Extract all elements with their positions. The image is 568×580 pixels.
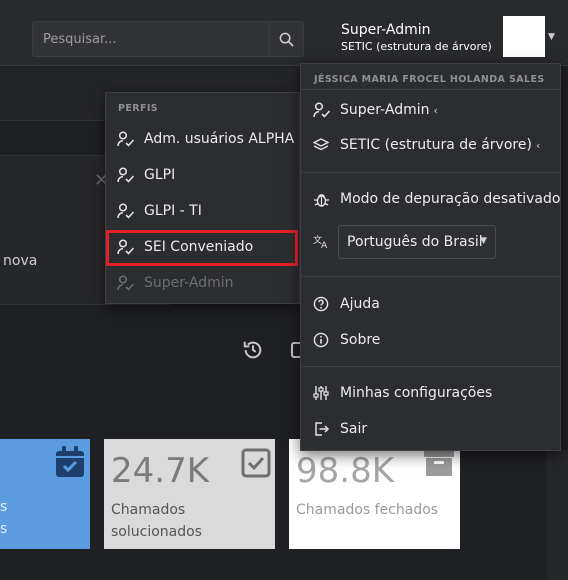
entity-label: SETIC (estrutura de árvore) xyxy=(340,137,532,153)
profiles-menu-header: PERFIS xyxy=(118,103,159,114)
background-partial-text: nova xyxy=(3,253,38,269)
header-user-name[interactable]: Super-Admin xyxy=(341,22,430,38)
profile-item-label: GLPI xyxy=(144,167,176,183)
stat-tile-closed[interactable]: 98.8K Chamados fechados xyxy=(289,439,460,549)
search-input[interactable] xyxy=(43,22,268,56)
tile-label: Chamados fechados xyxy=(296,502,439,518)
language-selected-value: Português do Brasil xyxy=(347,234,483,250)
user-check-icon xyxy=(313,101,335,119)
about-link[interactable]: Sobre xyxy=(313,324,380,356)
background-edge xyxy=(546,450,568,580)
settings-link[interactable]: Minhas configurações xyxy=(313,377,492,409)
svg-text:A: A xyxy=(321,241,328,249)
tile-label-fragment: s xyxy=(0,499,8,515)
profile-item-label: GLPI - TI xyxy=(144,203,202,219)
language-select[interactable]: Português do Brasil ▼ xyxy=(338,225,496,259)
tile-label-fragment: s xyxy=(0,521,8,537)
profile-item-super-admin: Super-Admin xyxy=(117,267,233,299)
user-menu-entity[interactable]: SETIC (estrutura de árvore) ‹ xyxy=(313,129,540,161)
stat-tile-blue[interactable]: s s xyxy=(0,439,90,549)
stat-tile-solved[interactable]: 24.7K Chamados solucionados xyxy=(104,439,275,549)
debug-mode-toggle[interactable]: Modo de depuração desativado xyxy=(313,183,560,215)
header-user-entity[interactable]: SETIC (estrutura de árvore) xyxy=(341,40,492,53)
divider xyxy=(301,366,560,367)
profile-item-glpi-ti[interactable]: GLPI - TI xyxy=(117,195,202,227)
tile-label: Chamados solucionados xyxy=(111,502,202,540)
logout-link[interactable]: Sair xyxy=(313,413,367,445)
divider xyxy=(301,89,560,90)
chevron-left-icon: ‹ xyxy=(535,138,541,152)
profile-label: Super-Admin xyxy=(340,102,430,118)
tile-number: 24.7K xyxy=(111,451,209,491)
logout-label: Sair xyxy=(340,421,368,437)
bug-icon xyxy=(313,190,335,208)
divider xyxy=(301,172,560,173)
profile-item-adm-usuarios-alpha[interactable]: Adm. usuários ALPHA xyxy=(117,123,294,155)
user-menu-profile[interactable]: Super-Admin ‹ xyxy=(313,94,438,126)
chevron-down-icon[interactable]: ▼ xyxy=(548,32,555,42)
user-menu-header: JÉSSICA MARIA FROCEL HOLANDA SALES xyxy=(314,74,545,85)
help-label: Ajuda xyxy=(340,296,380,312)
profile-item-label: Adm. usuários ALPHA xyxy=(144,131,295,147)
chevron-left-icon: ‹ xyxy=(433,103,438,117)
user-check-icon xyxy=(117,202,139,220)
divider xyxy=(301,276,560,277)
search-box xyxy=(32,21,304,57)
history-icon[interactable] xyxy=(242,339,264,361)
help-circle-icon xyxy=(313,295,335,313)
logout-icon xyxy=(313,420,335,438)
search-button[interactable] xyxy=(269,22,303,56)
user-check-icon xyxy=(117,130,139,148)
user-check-icon xyxy=(117,274,139,292)
profile-item-glpi[interactable]: GLPI xyxy=(117,159,175,191)
checkbox-icon xyxy=(241,448,271,478)
settings-label: Minhas configurações xyxy=(340,385,493,401)
profile-item-label: Super-Admin xyxy=(144,275,234,291)
help-link[interactable]: Ajuda xyxy=(313,288,380,320)
tile-number: 98.8K xyxy=(296,451,394,491)
info-circle-icon xyxy=(313,331,335,349)
profile-item-label: SEI Conveniado xyxy=(144,239,254,255)
language-icon: 文 A xyxy=(313,234,328,249)
calendar-check-icon xyxy=(56,446,84,477)
debug-mode-label: Modo de depuração desativado xyxy=(340,191,561,207)
search-icon xyxy=(279,32,294,46)
sliders-icon xyxy=(313,384,335,402)
chevron-down-icon: ▼ xyxy=(480,236,487,246)
top-header: Super-Admin SETIC (estrutura de árvore) … xyxy=(0,0,568,66)
user-check-icon xyxy=(117,166,139,184)
avatar[interactable] xyxy=(503,16,545,57)
user-check-icon xyxy=(117,238,139,256)
layers-icon xyxy=(313,136,335,154)
profile-item-sei-conveniado[interactable]: SEI Conveniado xyxy=(117,231,253,263)
about-label: Sobre xyxy=(340,332,381,348)
